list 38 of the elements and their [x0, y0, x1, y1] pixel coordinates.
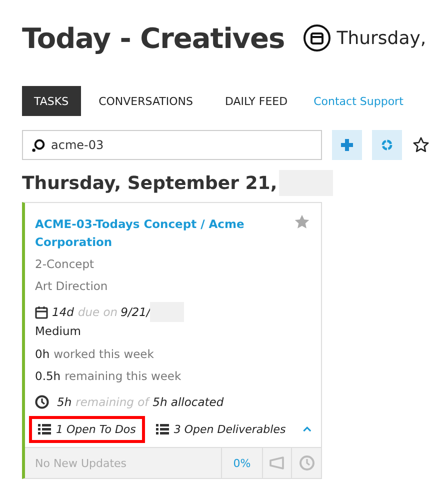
due-date: 9/21/	[120, 304, 150, 321]
refresh-button[interactable]	[372, 130, 402, 160]
page-title: Today - Creatives	[22, 22, 285, 54]
star-icon[interactable]	[412, 136, 430, 154]
clock-icon[interactable]	[298, 455, 314, 471]
tab[interactable]: TASKS	[22, 86, 81, 116]
task-priority: Medium	[35, 323, 81, 339]
worked-hours: 0h	[35, 346, 50, 363]
star-icon[interactable]	[293, 213, 311, 231]
tab[interactable]: CONVERSATIONS	[86, 86, 205, 116]
remaining-label: remaining this week	[64, 368, 182, 385]
day-heading: Thursday, September 21,	[22, 172, 278, 194]
refresh-icon	[381, 139, 393, 151]
open-deliverables-link[interactable]: 3 Open Deliverables	[146, 416, 295, 442]
remaining-hours: 0.5h	[35, 368, 61, 385]
task-phase: 2-Concept	[35, 256, 96, 273]
search-field[interactable]: acme-03	[22, 130, 322, 160]
tab[interactable]: DAILY FEED	[212, 86, 300, 116]
plus-icon	[341, 139, 353, 151]
header-date: Thursday,	[336, 28, 426, 48]
due-label: due on	[78, 304, 118, 321]
open-todos-link[interactable]: 1 Open To Dos	[29, 416, 145, 442]
megaphone-icon[interactable]	[269, 456, 285, 470]
add-button[interactable]	[332, 130, 362, 160]
allocated-remaining: 5h	[57, 394, 72, 411]
task-role: Art Direction	[35, 278, 109, 295]
list-icon	[38, 424, 51, 434]
calendar-icon	[302, 24, 331, 52]
calendar-icon	[35, 306, 48, 318]
allocated-total: 5h allocated	[152, 394, 224, 411]
chevron-up-icon[interactable]	[302, 425, 311, 433]
due-duration: 14d	[52, 304, 74, 321]
list-icon	[156, 424, 169, 434]
worked-label: worked this week	[54, 346, 154, 363]
search-icon	[32, 139, 45, 152]
updates-status: No New Updates	[34, 456, 128, 472]
allocated-label: remaining of	[76, 394, 149, 411]
clock-icon	[35, 395, 49, 409]
